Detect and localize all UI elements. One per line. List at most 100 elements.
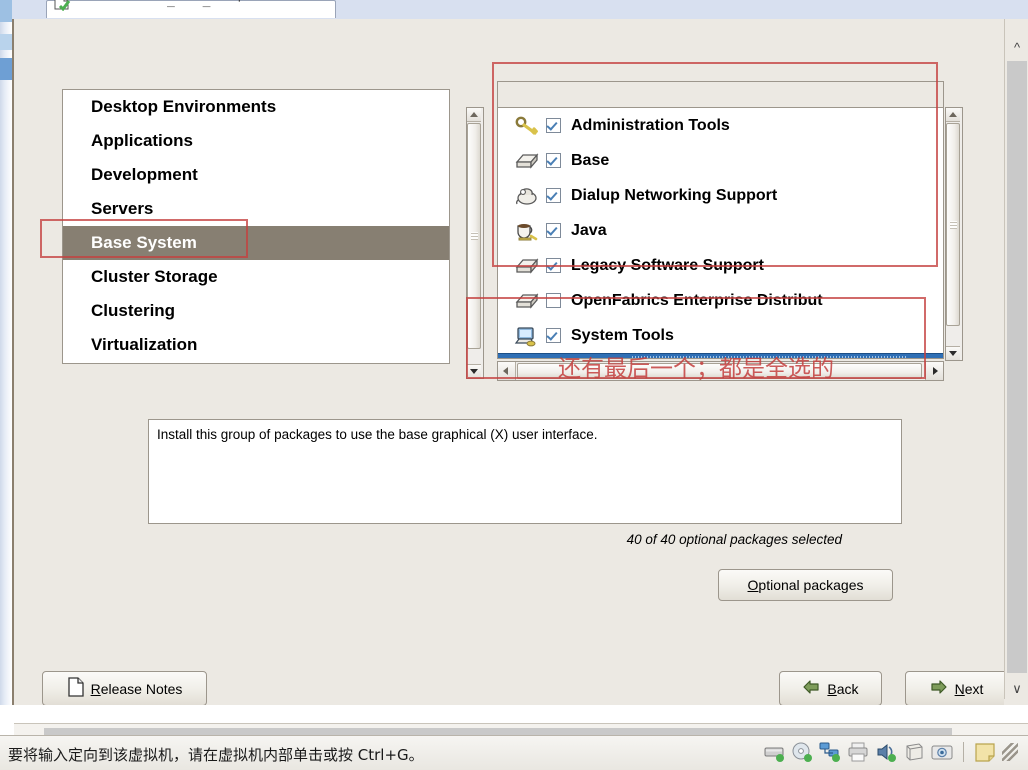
vmware-statusbar: 要将输入定向到该虚拟机，请在虚拟机内部单击或按 Ctrl+G。 <box>0 735 1028 770</box>
package-row-partial-highlight[interactable] <box>498 353 943 358</box>
arrow-left-icon <box>802 679 820 698</box>
scroll-up-arrow[interactable] <box>467 108 481 122</box>
package-label: Dialup Networking Support <box>571 186 778 204</box>
package-row-dialup-networking-support[interactable]: Dialup Networking Support <box>498 178 943 213</box>
statusbar-separator <box>963 742 964 762</box>
scroll-up-arrow[interactable] <box>946 108 960 122</box>
vm-tab-document-icon <box>53 0 71 12</box>
scroll-up-chevron[interactable]: ^ <box>1007 37 1027 57</box>
category-item-base-system[interactable]: Base System <box>63 226 449 260</box>
scroll-left-arrow[interactable] <box>498 362 516 380</box>
computer-icon <box>514 324 540 348</box>
back-accel: B <box>827 680 837 697</box>
category-label: Base System <box>91 233 197 252</box>
guest-vertical-scrollbar[interactable]: ^ ∨ <box>1004 19 1028 699</box>
coffee-cup-icon <box>514 219 540 243</box>
optional-packages-count: 40 of 40 optional packages selected <box>626 532 842 547</box>
guest-vscroll-thumb[interactable] <box>1007 61 1027 673</box>
scroll-down-arrow[interactable] <box>467 364 481 378</box>
category-label: Development <box>91 165 198 184</box>
scroll-right-arrow[interactable] <box>925 362 943 380</box>
sound-icon[interactable] <box>875 741 897 763</box>
package-row-base[interactable]: Base <box>498 143 943 178</box>
sidebar-chip <box>0 58 12 80</box>
anaconda-package-selection-page: Desktop Environments Applications Develo… <box>14 19 1004 705</box>
package-label: OpenFabrics Enterprise Distribut <box>571 291 823 309</box>
package-checkbox[interactable] <box>546 223 561 238</box>
category-item-development[interactable]: Development <box>63 158 449 192</box>
vm-tab-window-buttons[interactable]: _ _ ⌐ <box>167 0 256 8</box>
window-resize-grip[interactable] <box>1002 743 1018 761</box>
package-row-legacy-software-support[interactable]: Legacy Software Support <box>498 248 943 283</box>
category-item-clustering[interactable]: Clustering <box>63 294 449 328</box>
guest-viewport: Desktop Environments Applications Develo… <box>12 19 1028 753</box>
package-list-scrollbar[interactable] <box>945 107 963 361</box>
package-description-text: Install this group of packages to use th… <box>157 427 598 442</box>
category-list-scrollbar[interactable] <box>466 107 484 379</box>
package-panel: Administration Tools Base Dialup Network… <box>497 81 963 381</box>
release-notes-accel: R <box>90 680 101 697</box>
release-notes-button[interactable]: Release Notes <box>42 671 207 705</box>
vmware-window: _ _ ⌐ Desktop Environments Applications … <box>0 0 1028 770</box>
usb-icon[interactable] <box>903 741 925 763</box>
printer-icon[interactable] <box>847 741 869 763</box>
optional-packages-button[interactable]: Optional packages <box>718 569 893 601</box>
cd-dvd-icon[interactable] <box>791 741 813 763</box>
network-icon[interactable] <box>819 741 841 763</box>
category-label: Virtualization <box>91 335 198 354</box>
category-label: Applications <box>91 131 194 150</box>
package-list-hscrollbar[interactable] <box>497 361 944 381</box>
category-item-applications[interactable]: Applications <box>63 124 449 158</box>
vmware-status-message: 要将输入定向到该虚拟机，请在虚拟机内部单击或按 Ctrl+G。 <box>8 746 424 764</box>
package-checkbox[interactable] <box>546 118 561 133</box>
vmware-sidebar-strip <box>0 0 12 705</box>
hard-disk-icon[interactable] <box>763 741 785 763</box>
back-label: ack <box>836 680 859 697</box>
scrollbar-thumb[interactable] <box>467 123 481 349</box>
category-label: Desktop Environments <box>91 97 277 116</box>
category-item-virtualization[interactable]: Virtualization <box>63 328 449 362</box>
package-checkbox[interactable] <box>546 153 561 168</box>
package-row-system-tools[interactable]: System Tools <box>498 318 943 353</box>
package-checkbox[interactable] <box>546 258 561 273</box>
release-notes-label: elease Notes <box>100 680 183 697</box>
vmware-status-icon-tray <box>763 741 1018 763</box>
package-checkbox[interactable] <box>546 293 561 308</box>
vmware-tabbar: _ _ ⌐ <box>12 0 1028 19</box>
category-label: Servers <box>91 199 154 218</box>
next-button[interactable]: Next <box>905 671 1004 705</box>
package-checkbox[interactable] <box>546 188 561 203</box>
package-list[interactable]: Administration Tools Base Dialup Network… <box>497 107 944 359</box>
package-list-header <box>497 81 944 107</box>
document-icon <box>67 677 85 700</box>
back-button[interactable]: Back <box>779 671 882 705</box>
scrollbar-thumb[interactable] <box>946 123 960 326</box>
notes-icon[interactable] <box>974 741 996 763</box>
scroll-down-chevron[interactable]: ∨ <box>1007 679 1027 699</box>
package-label: Java <box>571 221 607 239</box>
package-label: System Tools <box>571 326 674 344</box>
package-label: Legacy Software Support <box>571 256 764 274</box>
category-list[interactable]: Desktop Environments Applications Develo… <box>62 89 450 364</box>
next-accel: N <box>954 680 965 697</box>
package-row-administration-tools[interactable]: Administration Tools <box>498 108 943 143</box>
vmware-tab[interactable]: _ _ ⌐ <box>46 0 336 18</box>
category-label: Clustering <box>91 301 176 320</box>
package-row-java[interactable]: Java <box>498 213 943 248</box>
category-item-servers[interactable]: Servers <box>63 192 449 226</box>
camera-icon[interactable] <box>931 741 953 763</box>
package-row-openfabrics-enterprise-distribution[interactable]: OpenFabrics Enterprise Distribut <box>498 283 943 318</box>
hscrollbar-thumb[interactable] <box>517 363 922 379</box>
package-label: Base <box>571 151 610 169</box>
package-icon <box>514 149 540 173</box>
category-item-cluster-storage[interactable]: Cluster Storage <box>63 260 449 294</box>
key-icon <box>514 114 540 138</box>
package-label: Administration Tools <box>571 116 730 134</box>
scroll-down-arrow[interactable] <box>946 346 960 360</box>
optional-packages-label: ptional packages <box>758 577 864 593</box>
optional-packages-accel: O <box>747 577 759 593</box>
package-checkbox[interactable] <box>546 328 561 343</box>
package-icon <box>514 289 540 313</box>
category-item-desktop-environments[interactable]: Desktop Environments <box>63 90 449 124</box>
sidebar-chip <box>0 34 12 50</box>
